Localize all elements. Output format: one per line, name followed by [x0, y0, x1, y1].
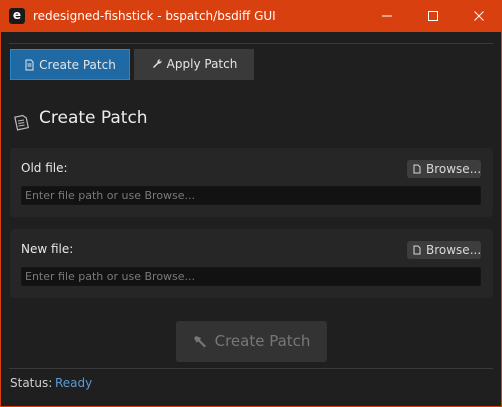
old-file-browse-label: Browse...: [426, 162, 482, 176]
new-file-panel: New file: Browse...: [10, 229, 493, 298]
minimize-icon: [382, 15, 392, 17]
wrench-icon: [152, 59, 162, 68]
tab-create-patch-label: Create Patch: [39, 58, 116, 72]
create-patch-button-label: Create Patch: [214, 332, 311, 350]
maximize-button[interactable]: [410, 1, 456, 32]
section-title: Create Patch: [39, 108, 148, 128]
status-divider: [9, 368, 493, 369]
document-icon: [413, 245, 421, 255]
status-value: Ready: [55, 376, 93, 390]
app-window: e redesigned-fishstick - bspatch/bsdiff …: [0, 0, 502, 407]
minimize-button[interactable]: [364, 1, 410, 32]
status-label: Status:: [10, 376, 53, 390]
old-file-browse-button[interactable]: Browse...: [407, 160, 481, 178]
new-file-browse-label: Browse...: [426, 243, 482, 257]
new-file-label: New file:: [21, 242, 74, 256]
app-icon: e: [9, 8, 25, 24]
new-file-browse-button[interactable]: Browse...: [407, 241, 481, 259]
section-document-icon: [14, 114, 30, 131]
document-icon: [25, 59, 34, 71]
document-icon: [413, 164, 421, 174]
window-title: redesigned-fishstick - bspatch/bsdiff GU…: [33, 9, 276, 23]
new-file-path-input[interactable]: [21, 267, 481, 286]
old-file-label: Old file:: [21, 161, 68, 175]
tab-apply-patch-label: Apply Patch: [166, 57, 238, 71]
tabs-divider: [9, 43, 493, 44]
title-bar[interactable]: e redesigned-fishstick - bspatch/bsdiff …: [1, 1, 501, 32]
close-icon: [474, 11, 484, 21]
create-patch-button[interactable]: Create Patch: [176, 321, 327, 362]
hammer-icon: [193, 336, 206, 348]
close-button[interactable]: [456, 1, 502, 32]
tab-apply-patch[interactable]: Apply Patch: [134, 49, 254, 80]
old-file-path-input[interactable]: [21, 186, 481, 205]
tab-create-patch[interactable]: Create Patch: [10, 49, 130, 80]
old-file-panel: Old file: Browse...: [10, 148, 493, 217]
maximize-icon: [428, 11, 438, 21]
